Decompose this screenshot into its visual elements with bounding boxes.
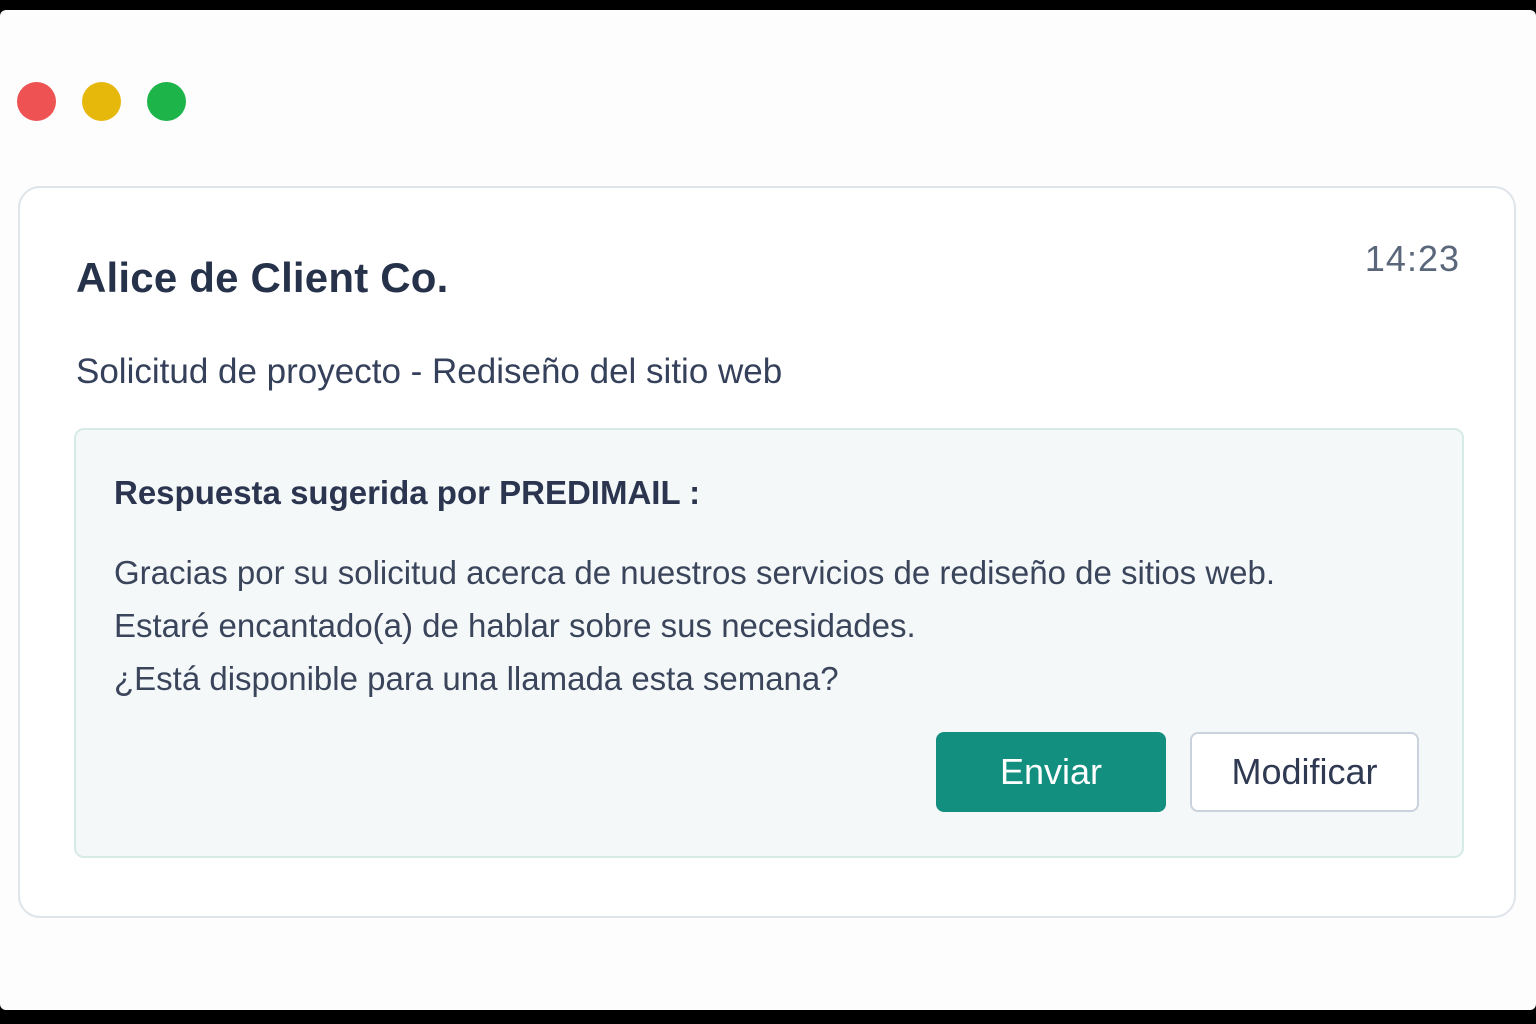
suggested-reply-line: Gracias por su solicitud acerca de nuest… — [114, 554, 1276, 591]
modify-button[interactable]: Modificar — [1190, 732, 1419, 812]
email-subject: Solicitud de proyecto - Rediseño del sit… — [76, 352, 783, 391]
send-button[interactable]: Enviar — [936, 732, 1166, 812]
suggested-reply-title: Respuesta sugerida por PREDIMAIL : — [114, 474, 701, 511]
suggested-reply-body: Gracias por su solicitud acerca de nuest… — [114, 546, 1444, 705]
minimize-window-button[interactable] — [82, 82, 121, 121]
close-window-button[interactable] — [17, 82, 56, 121]
email-card: Alice de Client Co. 14:23 Solicitud de p… — [18, 186, 1516, 918]
suggested-reply-line: Estaré encantado(a) de hablar sobre sus … — [114, 607, 916, 644]
email-time: 14:23 — [1364, 238, 1460, 279]
email-sender: Alice de Client Co. — [76, 254, 449, 301]
maximize-window-button[interactable] — [147, 82, 186, 121]
app-window: Alice de Client Co. 14:23 Solicitud de p… — [0, 10, 1536, 1010]
suggested-reply-line: ¿Está disponible para una llamada esta s… — [114, 660, 839, 697]
window-controls — [17, 82, 186, 121]
suggested-reply-panel: Respuesta sugerida por PREDIMAIL : Graci… — [74, 428, 1464, 858]
